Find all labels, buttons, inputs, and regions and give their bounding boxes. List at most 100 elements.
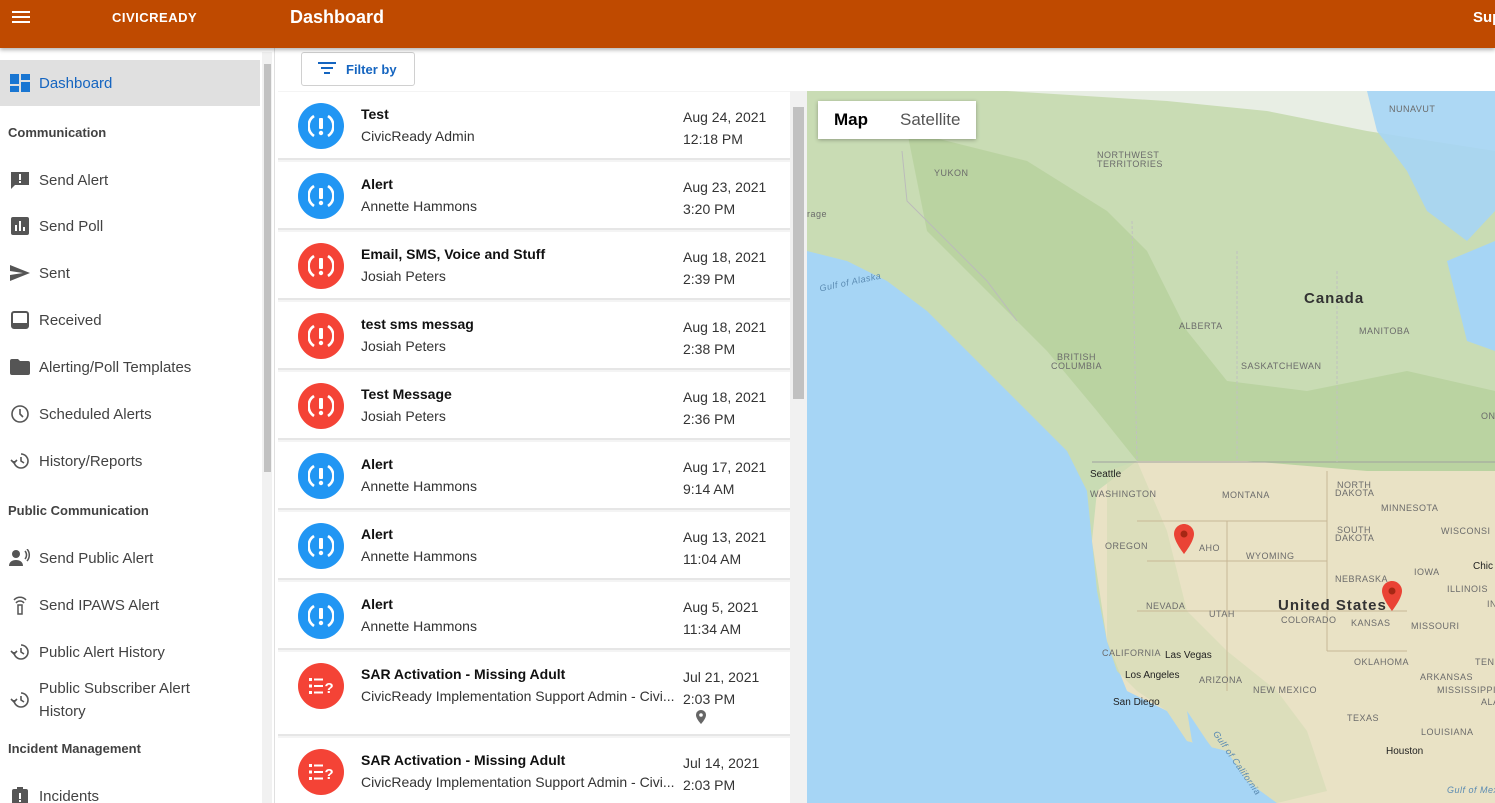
alert-list-item[interactable]: Alert Annette Hammons Aug 23, 2021 3:20 PM	[278, 162, 790, 230]
sidebar-item-public-alert-history[interactable]: Public Alert History	[0, 629, 260, 675]
alert-list-item[interactable]: Alert Annette Hammons Aug 17, 2021 9:14 AM	[278, 442, 790, 510]
map-label: Canada	[1304, 290, 1365, 307]
alert-datetime: Aug 5, 2021 11:34 AM	[683, 596, 769, 640]
sidebar-item-received[interactable]: Received	[0, 297, 260, 343]
page-title: Dashboard	[290, 7, 385, 27]
section-communication: Communication	[8, 125, 107, 140]
alert-datetime: Aug 18, 2021 2:36 PM	[683, 386, 769, 430]
alert-list-item[interactable]: Test Message Josiah Peters Aug 18, 2021 2:3…	[278, 372, 790, 440]
filter-label: Filter by	[346, 61, 397, 77]
sidebar-item-history-reports[interactable]: History/Reports	[0, 438, 260, 484]
map-label: TENN	[1475, 657, 1495, 667]
sidebar-item-label: Received	[39, 311, 102, 329]
sidebar-scrollbar[interactable]	[262, 52, 272, 803]
location-pin-icon[interactable]	[1382, 581, 1402, 616]
alert-time: 11:04 AM	[683, 551, 742, 567]
alert-list-item[interactable]: Email, SMS, Voice and Stuff Josiah Peters…	[278, 232, 790, 300]
alert-exclamation-icon	[298, 593, 344, 639]
top-app-bar: CIVICREADY Dashboard Sup	[0, 0, 1495, 48]
alert-datetime: Aug 17, 2021 9:14 AM	[683, 456, 769, 500]
alert-list-item[interactable]: test sms messag Josiah Peters Aug 18, 2021…	[278, 302, 790, 370]
alert-sender: Annette Hammons	[361, 478, 477, 494]
alert-date: Aug 18, 2021	[683, 319, 767, 335]
alert-list-item[interactable]: Test CivicReady Admin Aug 24, 2021 12:18 PM	[278, 92, 790, 160]
poll-list-icon: ?	[298, 663, 344, 709]
sidebar-item-send-ipaws-alert[interactable]: Send IPAWS Alert	[0, 582, 260, 628]
alert-list-scrollbar[interactable]	[790, 91, 807, 803]
map-type-satellite-button[interactable]: Satellite	[884, 101, 976, 139]
alert-date: Aug 23, 2021	[683, 179, 767, 195]
map-label: AHO	[1199, 543, 1221, 553]
alert-time: 12:18 PM	[683, 131, 743, 147]
alert-datetime: Aug 13, 2021 11:04 AM	[683, 526, 769, 570]
map-label: San Diego	[1113, 697, 1160, 708]
alert-datetime: Aug 18, 2021 2:39 PM	[683, 246, 769, 290]
alert-sender: Josiah Peters	[361, 338, 446, 354]
alert-date: Aug 24, 2021	[683, 109, 767, 125]
history-icon	[9, 690, 31, 710]
alert-exclamation-icon	[298, 383, 344, 429]
map-label: CALIFORNIA	[1102, 648, 1162, 658]
alert-datetime: Jul 21, 2021 2:03 PM	[683, 666, 769, 710]
alert-sender: Josiah Peters	[361, 268, 446, 284]
alert-time: 2:36 PM	[683, 411, 736, 427]
map-label: MANITOBA	[1359, 326, 1410, 336]
alert-title: test sms messag	[361, 316, 474, 332]
location-pin-icon[interactable]	[1174, 524, 1194, 559]
sidebar-item-label-line: Public Subscriber Alert	[39, 680, 190, 697]
scrollbar-thumb[interactable]	[264, 64, 271, 472]
sidebar-item-label: Dashboard	[39, 74, 113, 92]
map-label: rage	[807, 209, 828, 219]
map-label: TEXAS	[1347, 713, 1380, 723]
map-label: Seattle	[1090, 469, 1122, 480]
alert-time: 2:03 PM	[683, 777, 736, 793]
folder-icon	[9, 357, 31, 377]
map-label: WYOMING	[1246, 551, 1295, 561]
sidebar-item-send-public-alert[interactable]: Send Public Alert	[0, 535, 260, 581]
sidebar-item-dashboard[interactable]: Dashboard	[0, 60, 260, 106]
map-label: UTAH	[1209, 609, 1235, 619]
alert-datetime: Aug 18, 2021 2:38 PM	[683, 316, 769, 360]
map-view[interactable]: Map Satellite NUNAVUT NORTHWEST TERRITOR…	[807, 91, 1495, 803]
alert-list-item[interactable]: Alert Annette Hammons Aug 13, 2021 11:04 AM	[278, 512, 790, 580]
map-label: OKLAHOMA	[1354, 657, 1410, 667]
sidebar-item-templates[interactable]: Alerting/Poll Templates	[0, 344, 260, 390]
alert-date: Aug 18, 2021	[683, 389, 767, 405]
sidebar-item-sent[interactable]: Sent	[0, 250, 260, 296]
menu-icon[interactable]	[12, 8, 38, 28]
map-label: MINNESOTA	[1381, 503, 1439, 513]
map-label: ILLINOIS	[1447, 584, 1489, 594]
alert-time: 11:34 AM	[683, 621, 742, 637]
alert-date: Aug 18, 2021	[683, 249, 767, 265]
alert-time: 2:38 PM	[683, 341, 736, 357]
alert-list-item[interactable]: ? SAR Activation - Missing Adult CivicRead…	[278, 738, 790, 803]
map-label: NEVADA	[1146, 601, 1186, 611]
map-label: WASHINGTON	[1090, 489, 1157, 499]
scrollbar-thumb[interactable]	[793, 107, 804, 399]
alert-list-item[interactable]: Alert Annette Hammons Aug 5, 2021 11:34 AM	[278, 582, 790, 650]
filter-button[interactable]: Filter by	[301, 52, 415, 86]
sidebar-item-label: History/Reports	[39, 452, 143, 470]
alert-exclamation-icon	[298, 453, 344, 499]
alert-time: 2:03 PM	[683, 691, 736, 707]
sidebar-item-incidents[interactable]: Incidents	[0, 773, 260, 803]
sidebar-item-scheduled-alerts[interactable]: Scheduled Alerts	[0, 391, 260, 437]
alert-sender: CivicReady Implementation Support Admin …	[361, 688, 675, 704]
map-type-map-button[interactable]: Map	[818, 101, 884, 139]
user-menu-text[interactable]: Sup	[1473, 9, 1495, 26]
sidebar-item-label: Public Alert History	[39, 643, 165, 661]
sidebar-item-send-poll[interactable]: Send Poll	[0, 203, 260, 249]
alert-sender: Josiah Peters	[361, 408, 446, 424]
sidebar-item-send-alert[interactable]: Send Alert	[0, 157, 260, 203]
poll-list-icon: ?	[298, 749, 344, 795]
alert-date: Jul 14, 2021	[683, 755, 760, 771]
alert-time: 9:14 AM	[683, 481, 735, 497]
alert-sender: CivicReady Admin	[361, 128, 475, 144]
dashboard-icon	[9, 73, 31, 93]
alert-list-item[interactable]: ? SAR Activation - Missing Adult CivicRead…	[278, 652, 790, 736]
brand-logo[interactable]: CIVICREADY	[112, 10, 197, 25]
sidebar-item-label: Public Subscriber Alert History	[39, 677, 190, 723]
sidebar-item-public-subscriber-alert-history[interactable]: Public Subscriber Alert History	[0, 676, 260, 724]
alert-datetime: Aug 24, 2021 12:18 PM	[683, 106, 769, 150]
history-icon	[9, 642, 31, 662]
